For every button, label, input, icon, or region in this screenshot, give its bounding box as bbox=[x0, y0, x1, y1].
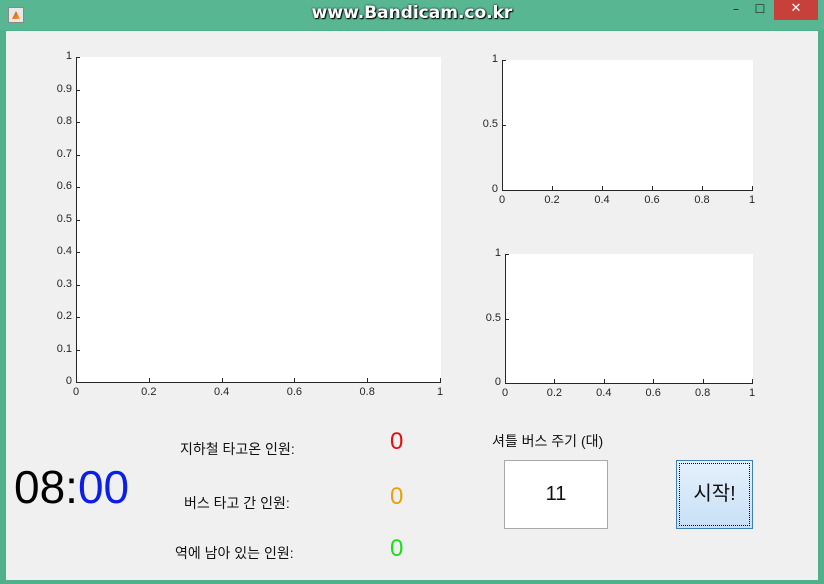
main-xtick-label: 0 bbox=[72, 386, 80, 398]
main-xtick-label: 0.6 bbox=[286, 386, 303, 398]
main-xtick-mark bbox=[149, 378, 150, 382]
bottom-right-xtick-mark bbox=[703, 379, 704, 383]
top-right-xtick-label: 0 bbox=[498, 194, 506, 206]
main-ytick-label: 0.9 bbox=[56, 82, 72, 95]
top-right-xtick-mark bbox=[652, 186, 653, 190]
clock-display: 08:00 bbox=[14, 462, 129, 512]
bottom-right-xtick-mark bbox=[653, 379, 654, 383]
main-xtick-mark bbox=[76, 378, 77, 382]
start-button[interactable]: 시작! bbox=[676, 460, 753, 529]
main-xtick-label: 0.2 bbox=[141, 386, 157, 398]
remaining-count-value: 0 bbox=[390, 535, 404, 562]
main-ytick-mark bbox=[76, 350, 80, 351]
main-ytick-label: 0.3 bbox=[56, 277, 72, 290]
bottom-right-xtick-mark bbox=[752, 379, 753, 383]
main-ytick-mark bbox=[76, 57, 80, 58]
top-right-xtick-mark bbox=[752, 186, 753, 190]
main-xtick-mark bbox=[367, 378, 368, 382]
main-ytick-label: 0.7 bbox=[56, 147, 72, 160]
main-ytick-mark bbox=[76, 285, 80, 286]
bottom-right-ytick-mark bbox=[505, 254, 509, 255]
top-right-xtick-label: 0.2 bbox=[544, 194, 560, 206]
top-right-ytick-mark bbox=[502, 60, 506, 61]
main-ytick-mark bbox=[76, 382, 80, 383]
clock-hour: 08 bbox=[14, 461, 66, 513]
bottom-right-xtick-mark bbox=[604, 379, 605, 383]
bottom-right-xtick-label: 0.8 bbox=[694, 387, 711, 399]
shuttle-interval-input[interactable]: 11 bbox=[504, 460, 608, 529]
close-button[interactable]: ✕ bbox=[774, 0, 818, 20]
top-right-xtick-mark bbox=[602, 186, 603, 190]
top-right-xtick-label: 1 bbox=[748, 194, 756, 206]
main-ytick-mark bbox=[76, 317, 80, 318]
main-ytick-mark bbox=[76, 122, 80, 123]
subway-count-label: 지하철 타고온 인원: bbox=[180, 441, 295, 457]
bottom-right-ytick-mark bbox=[505, 319, 509, 320]
top-right-ytick-label: 1 bbox=[491, 53, 498, 65]
bottom-right-xtick-mark bbox=[554, 379, 555, 383]
clock-separator: : bbox=[65, 461, 78, 513]
main-xtick-mark bbox=[440, 378, 441, 382]
bottom-right-xtick-mark bbox=[505, 379, 506, 383]
bottom-right-xtick-label: 1 bbox=[748, 387, 756, 399]
main-ytick-mark bbox=[76, 155, 80, 156]
top-right-ytick-label: 0.5 bbox=[482, 118, 498, 130]
main-xtick-label: 0.8 bbox=[359, 386, 375, 398]
bus-count-label: 버스 타고 간 인원: bbox=[184, 495, 290, 511]
main-ytick-label: 0.1 bbox=[56, 342, 72, 355]
main-ytick-mark bbox=[76, 252, 80, 253]
bottom-right-axes[interactable] bbox=[505, 254, 753, 384]
main-ytick-label: 0.8 bbox=[56, 115, 72, 127]
main-ytick-mark bbox=[76, 90, 80, 91]
shuttle-interval-label: 셔틀 버스 주기 (대) bbox=[492, 433, 604, 449]
top-right-xtick-label: 0.6 bbox=[644, 194, 660, 206]
bottom-right-ytick-mark bbox=[505, 383, 509, 384]
bottom-right-ytick-label: 1 bbox=[494, 247, 501, 259]
main-ytick-label: 0.5 bbox=[56, 212, 72, 225]
subway-count-value: 0 bbox=[390, 428, 404, 455]
bottom-right-xtick-label: 0.2 bbox=[546, 387, 563, 399]
main-xtick-mark bbox=[294, 378, 295, 382]
clock-minute: 00 bbox=[77, 461, 130, 513]
main-xtick-label: 1 bbox=[436, 386, 444, 398]
bottom-right-ytick-label: 0.5 bbox=[485, 311, 501, 324]
main-ytick-label: 0.4 bbox=[56, 245, 72, 257]
maximize-button[interactable]: ☐ bbox=[748, 0, 772, 20]
top-right-xtick-mark bbox=[702, 186, 703, 190]
main-xtick-label: 0.4 bbox=[213, 386, 230, 398]
bottom-right-xtick-label: 0.6 bbox=[645, 387, 661, 399]
window-title: www.Bandicam.co.kr bbox=[311, 3, 513, 23]
main-ytick-label: 1 bbox=[65, 50, 72, 62]
title-bar: www.Bandicam.co.kr – ☐ ✕ bbox=[0, 0, 824, 30]
bottom-right-xtick-label: 0 bbox=[501, 387, 509, 399]
remaining-count-label: 역에 남아 있는 인원: bbox=[175, 545, 294, 561]
main-xtick-mark bbox=[222, 378, 223, 382]
top-right-xtick-mark bbox=[552, 186, 553, 190]
main-ytick-label: 0.6 bbox=[56, 180, 72, 192]
top-right-axes[interactable] bbox=[502, 60, 753, 191]
main-ytick-label: 0.2 bbox=[56, 310, 72, 322]
bus-count-value: 0 bbox=[390, 483, 404, 510]
main-ytick-mark bbox=[76, 220, 80, 221]
main-axes[interactable] bbox=[76, 57, 441, 383]
minimize-button[interactable]: – bbox=[724, 0, 748, 20]
top-right-ytick-mark bbox=[502, 190, 506, 191]
top-right-xtick-mark bbox=[502, 186, 503, 190]
top-right-xtick-label: 0.8 bbox=[694, 194, 710, 206]
top-right-ytick-mark bbox=[502, 125, 506, 126]
main-ytick-mark bbox=[76, 187, 80, 188]
top-right-xtick-label: 0.4 bbox=[594, 194, 610, 206]
bottom-right-xtick-label: 0.4 bbox=[596, 387, 612, 399]
